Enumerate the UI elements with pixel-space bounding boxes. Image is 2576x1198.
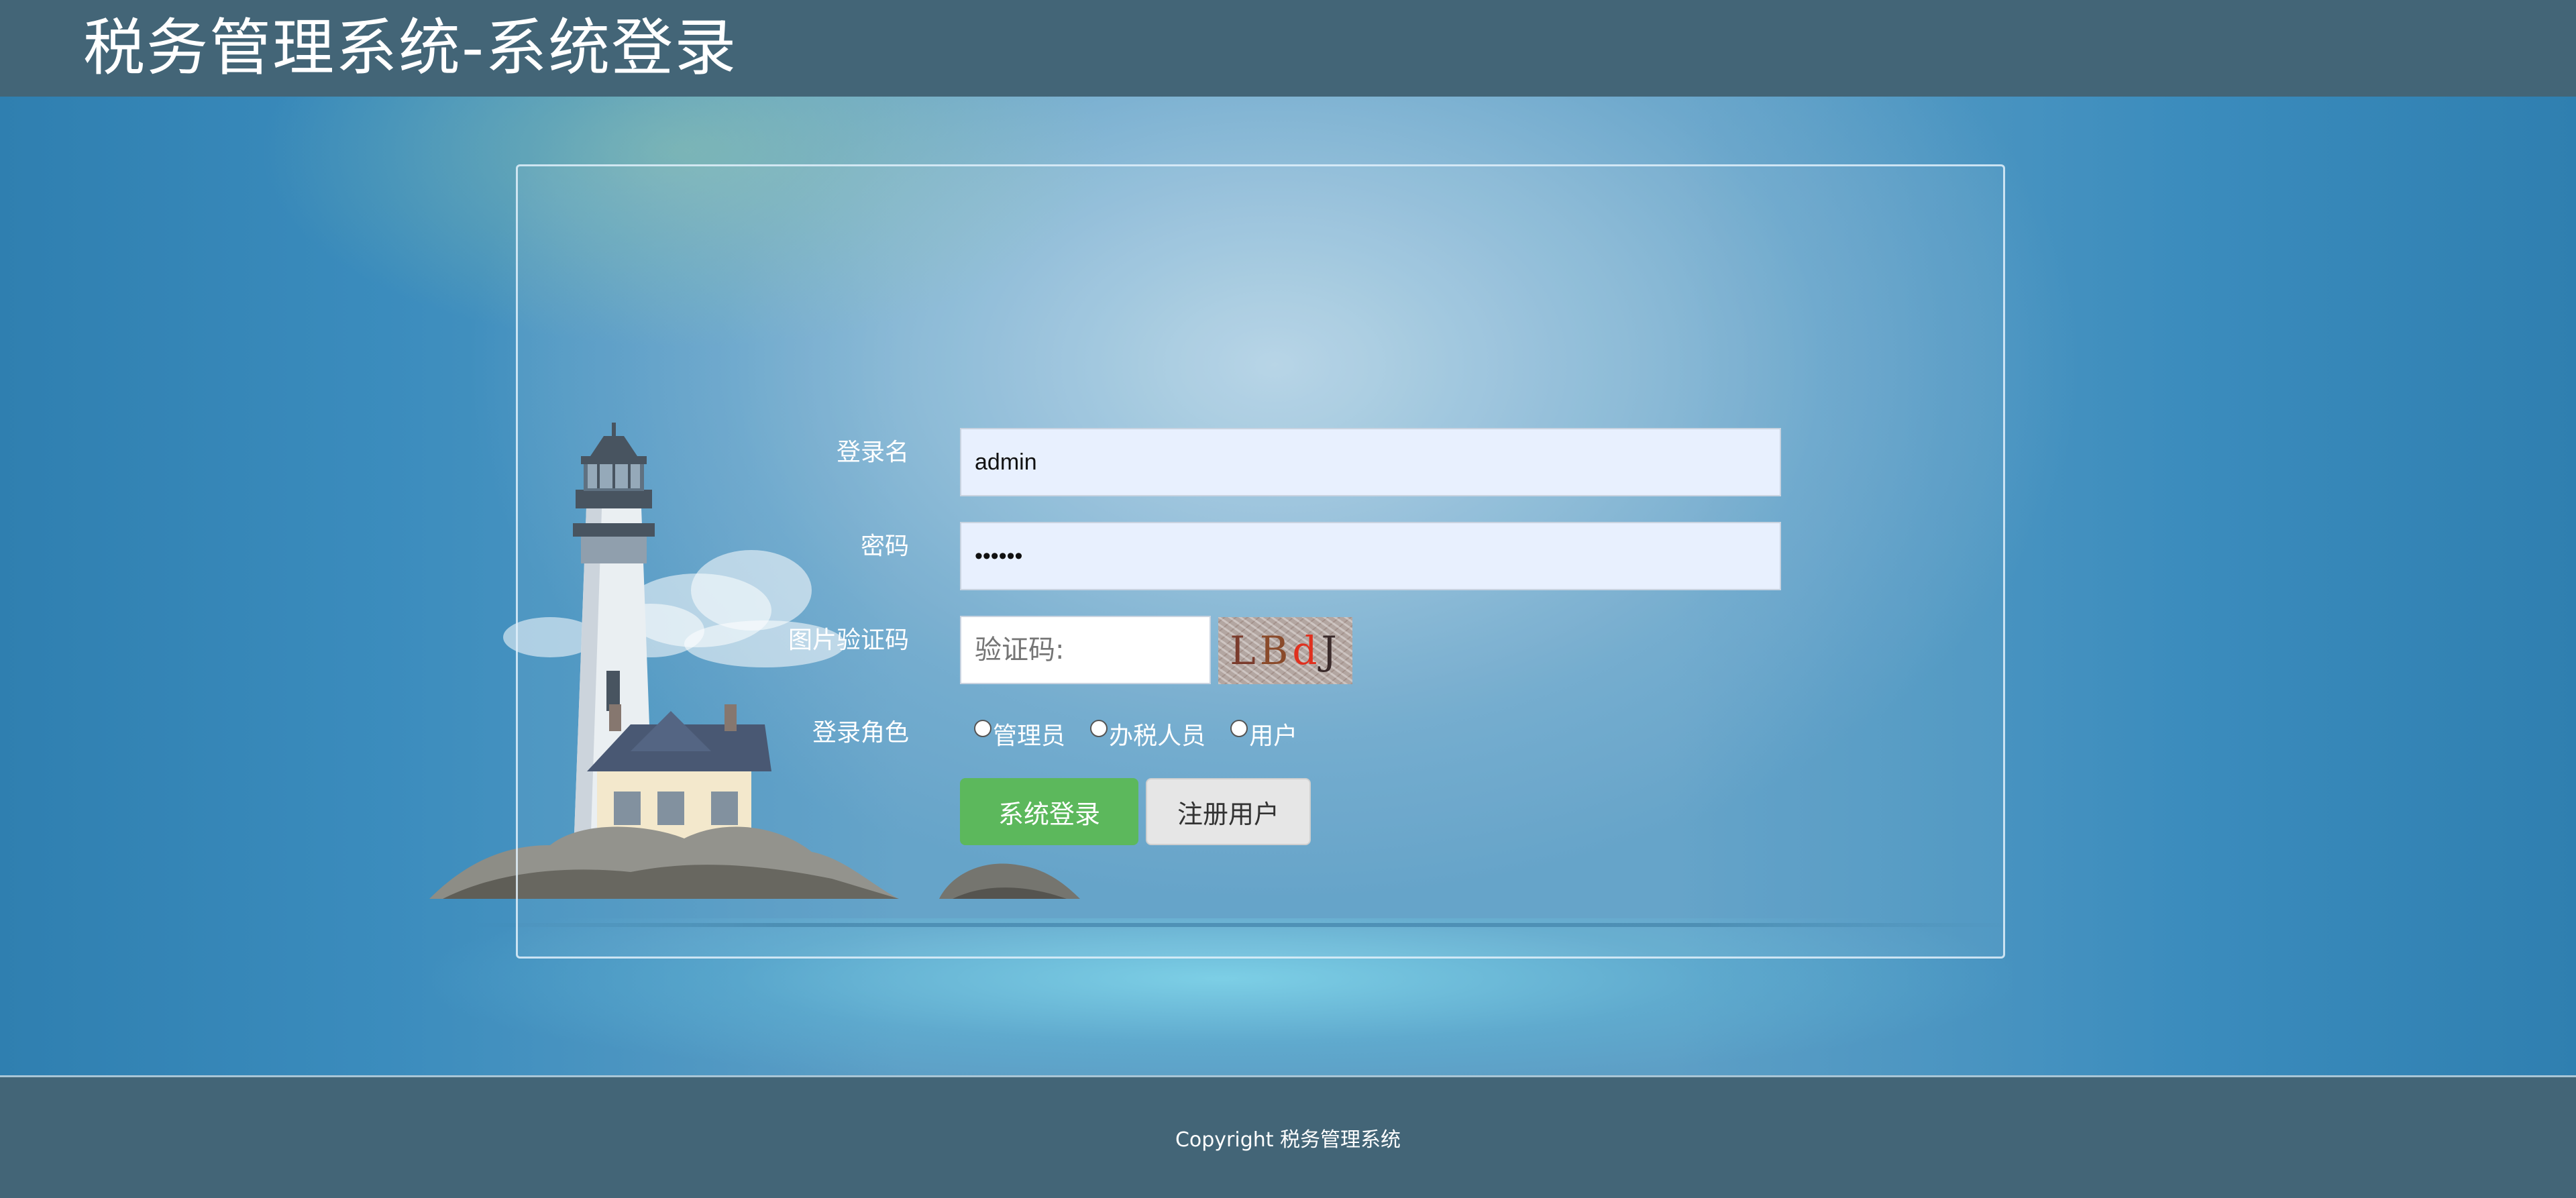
login-button[interactable]: 系统登录 bbox=[960, 778, 1138, 845]
role-radio-group: 管理员 办税人员 用户 bbox=[974, 716, 1319, 750]
captcha-char: d bbox=[1292, 628, 1322, 673]
captcha-input[interactable] bbox=[960, 616, 1211, 684]
radio-button[interactable] bbox=[1090, 720, 1108, 737]
copyright-text: Copyright 税务管理系统 bbox=[1175, 1128, 1401, 1152]
role-option-label: 办税人员 bbox=[1109, 722, 1206, 750]
role-option-tax-staff[interactable]: 办税人员 bbox=[1090, 716, 1205, 751]
role-label: 登录角色 bbox=[812, 719, 909, 747]
captcha-label: 图片验证码 bbox=[788, 627, 909, 654]
register-button[interactable]: 注册用户 bbox=[1146, 778, 1311, 845]
header: 税务管理系统-系统登录 bbox=[0, 0, 2576, 97]
role-option-label: 用户 bbox=[1249, 722, 1298, 750]
password-label: 密码 bbox=[860, 533, 909, 560]
radio-button[interactable] bbox=[974, 720, 991, 737]
radio-button[interactable] bbox=[1230, 720, 1248, 737]
captcha-char: B bbox=[1259, 628, 1293, 673]
captcha-image[interactable]: LBdJ bbox=[1218, 617, 1352, 684]
username-label: 登录名 bbox=[836, 439, 909, 466]
role-option-label: 管理员 bbox=[993, 722, 1066, 750]
footer: Copyright 税务管理系统 bbox=[0, 1077, 2576, 1198]
role-option-user[interactable]: 用户 bbox=[1230, 716, 1297, 751]
username-input[interactable] bbox=[960, 428, 1781, 496]
captcha-char: L bbox=[1230, 628, 1260, 673]
password-input[interactable] bbox=[960, 522, 1781, 590]
role-option-admin[interactable]: 管理员 bbox=[974, 716, 1065, 751]
page-title: 税务管理系统-系统登录 bbox=[83, 12, 738, 84]
captcha-char: J bbox=[1321, 628, 1341, 673]
